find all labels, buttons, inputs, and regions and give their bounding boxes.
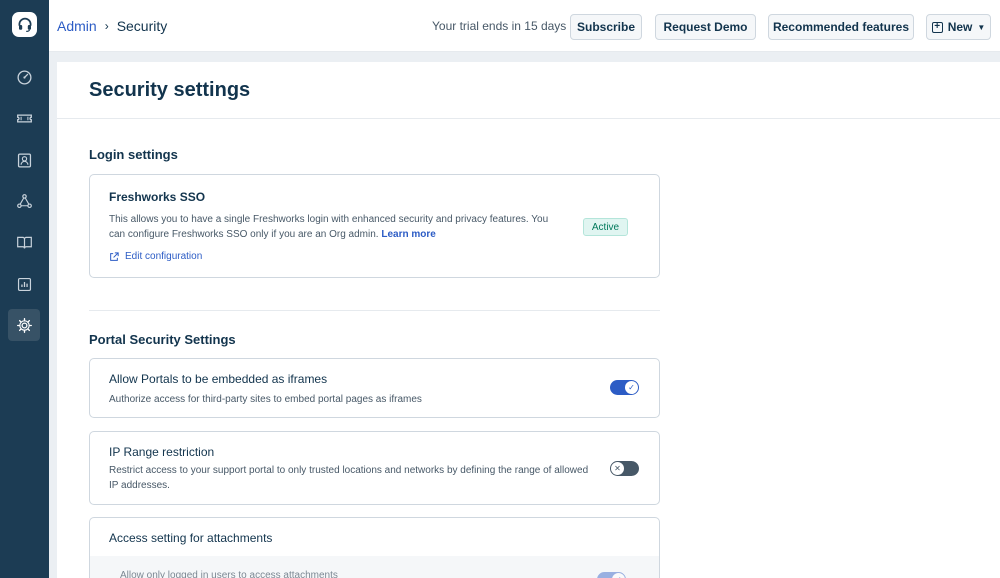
subscribe-button[interactable]: Subscribe — [570, 14, 642, 40]
iframes-description: Authorize access for third-party sites t… — [109, 394, 422, 405]
sso-description-text: This allows you to have a single Freshwo… — [109, 214, 549, 240]
sidebar-item-contacts[interactable] — [8, 144, 40, 176]
dashboard-icon — [16, 69, 32, 85]
ip-range-toggle[interactable]: ✕ — [610, 461, 639, 476]
edit-configuration-label: Edit configuration — [125, 251, 203, 262]
knowledge-base-icon — [16, 236, 32, 249]
admin-gear-icon — [16, 317, 32, 333]
new-button-label: New — [947, 20, 973, 34]
sidebar-item-dashboard[interactable] — [8, 61, 40, 93]
breadcrumb-admin-link[interactable]: Admin — [57, 18, 97, 34]
iframes-toggle[interactable]: ✓ — [610, 380, 639, 395]
chevron-down-icon: ▼ — [977, 22, 986, 32]
freshdesk-logo-icon[interactable] — [12, 12, 37, 37]
login-settings-heading: Login settings — [89, 147, 178, 162]
divider — [57, 118, 1000, 119]
ip-range-description: Restrict access to your support portal t… — [109, 465, 589, 491]
headset-icon — [18, 17, 31, 32]
sso-title: Freshworks SSO — [109, 190, 206, 204]
page-title: Security settings — [89, 79, 251, 101]
sidebar-item-reports[interactable] — [8, 268, 40, 300]
attachments-sub-option-row: Allow only logged in users to access att… — [90, 556, 659, 578]
iframes-setting-card: Allow Portals to be embedded as iframes … — [89, 358, 660, 418]
sidebar-item-tickets[interactable] — [8, 102, 40, 134]
breadcrumb-chevron-icon: › — [104, 19, 109, 33]
social-icon — [16, 193, 32, 208]
breadcrumb-current: Security — [116, 18, 168, 34]
ip-range-setting-card: IP Range restriction Restrict access to … — [89, 431, 660, 505]
check-icon: ✓ — [625, 381, 638, 394]
sso-description: This allows you to have a single Freshwo… — [109, 212, 554, 242]
ip-range-title: IP Range restriction — [109, 445, 215, 459]
attachments-title: Access setting for attachments — [109, 531, 273, 545]
ticket-icon — [16, 113, 32, 123]
learn-more-link[interactable]: Learn more — [381, 229, 435, 240]
status-badge: Active — [583, 218, 628, 236]
portal-security-heading: Portal Security Settings — [89, 332, 236, 347]
request-demo-button[interactable]: Request Demo — [655, 14, 756, 40]
edit-configuration-link[interactable]: Edit configuration — [109, 251, 202, 262]
plus-box-icon: + — [931, 21, 943, 33]
sidebar — [0, 0, 49, 578]
contacts-icon — [17, 152, 31, 168]
attachments-setting-card: Access setting for attachments Allow onl… — [89, 517, 660, 578]
iframes-title: Allow Portals to be embedded as iframes — [109, 372, 328, 386]
freshworks-sso-card: Freshworks SSO This allows you to have a… — [89, 174, 660, 278]
check-icon: ✓ — [612, 573, 625, 578]
sidebar-item-admin[interactable] — [8, 309, 40, 341]
reports-icon — [17, 277, 31, 291]
trial-notice: Your trial ends in 15 days — [432, 19, 567, 33]
sidebar-item-knowledge-base[interactable] — [8, 226, 40, 258]
recommended-features-button[interactable]: Recommended features — [768, 14, 914, 40]
external-link-icon — [110, 251, 119, 261]
top-header: Admin › Security Your trial ends in 15 d… — [49, 0, 1000, 52]
main-content: Security settings Login settings Freshwo… — [57, 62, 1000, 578]
attachments-toggle[interactable]: ✓ — [597, 572, 626, 578]
sidebar-item-social[interactable] — [8, 185, 40, 217]
new-dropdown-button[interactable]: + New ▼ — [926, 14, 991, 40]
attachments-sub-option-label: Allow only logged in users to access att… — [120, 570, 338, 578]
close-icon: ✕ — [611, 462, 624, 475]
breadcrumb: Admin › Security — [57, 18, 167, 34]
divider — [89, 310, 660, 311]
